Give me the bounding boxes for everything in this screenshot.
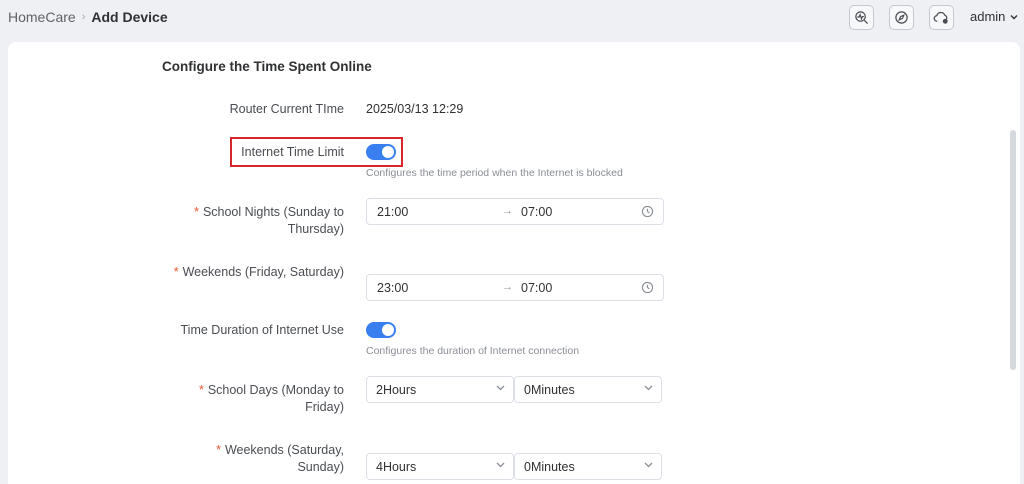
toggle-knob <box>382 146 394 158</box>
duration-label: Time Duration of Internet Use <box>180 323 345 337</box>
duration-toggle[interactable] <box>366 322 396 338</box>
weekends-duration-label: * Weekends (Saturday, Sunday) <box>150 442 344 476</box>
diagnostics-icon <box>855 11 869 25</box>
school-nights-label: * School Nights (Sunday to Thursday) <box>150 204 344 238</box>
chevron-down-icon <box>496 462 505 468</box>
weekends-time-range[interactable]: 23:00 → 07:00 <box>366 274 664 301</box>
cloud-icon <box>933 11 948 24</box>
weekends-block-label: * Weekends (Friday, Saturday) <box>150 264 344 281</box>
range-arrow: → <box>502 281 513 293</box>
required-asterisk: * <box>198 383 204 397</box>
compass-button[interactable] <box>889 5 914 30</box>
duration-hint: Configures the duration of Internet conn… <box>366 345 580 357</box>
breadcrumb-separator: › <box>81 11 86 23</box>
school-nights-label-line2: Thursday) <box>287 222 344 236</box>
toggle-knob <box>382 324 394 336</box>
section-title: Configure the Time Spent Online <box>162 59 372 74</box>
weekends-hours-value: 4Hours <box>376 460 417 474</box>
chevron-down-icon <box>496 385 505 391</box>
weekends-block-label-text: Weekends (Friday, Saturday) <box>182 265 344 279</box>
breadcrumb-homecare[interactable]: HomeCare <box>8 9 76 25</box>
clock-icon <box>641 281 654 294</box>
clock-icon <box>641 205 654 218</box>
internet-time-limit-hint: Configures the time period when the Inte… <box>366 167 623 179</box>
school-days-hours-select[interactable]: 2Hours <box>366 376 514 403</box>
school-nights-time-range[interactable]: 21:00 → 07:00 <box>366 198 664 225</box>
chevron-down-icon <box>644 385 653 391</box>
required-asterisk: * <box>173 265 179 279</box>
required-asterisk: * <box>216 443 221 457</box>
school-days-minutes-select[interactable]: 0Minutes <box>514 376 662 403</box>
school-days-label: * School Days (Monday to Friday) <box>150 382 344 416</box>
school-days-hours-value: 2Hours <box>376 383 417 397</box>
user-name: admin <box>970 9 1006 24</box>
weekends-duration-label-line1: Weekends (Saturday, <box>224 443 344 457</box>
school-nights-label-line1: School Nights (Sunday to <box>202 205 344 219</box>
user-menu[interactable]: admin <box>970 9 1018 24</box>
range-arrow: → <box>502 205 513 217</box>
weekends-duration-label-line2: Sunday) <box>297 460 344 474</box>
main-card <box>8 42 1020 484</box>
weekends-start-time[interactable]: 23:00 <box>377 281 408 295</box>
top-bar: HomeCare › Add Device admin <box>0 0 1024 38</box>
school-nights-end-time[interactable]: 07:00 <box>521 205 552 219</box>
required-asterisk: * <box>194 205 199 219</box>
weekends-minutes-select[interactable]: 0Minutes <box>514 453 662 480</box>
compass-icon <box>895 11 908 24</box>
vertical-scrollbar[interactable] <box>1010 130 1016 370</box>
school-days-minutes-value: 0Minutes <box>524 383 575 397</box>
school-days-label-line2: Friday) <box>305 400 344 414</box>
internet-time-limit-label: Internet Time Limit <box>241 145 344 159</box>
page-title: Add Device <box>91 9 168 25</box>
school-days-label-line1: School Days (Monday to <box>207 383 344 397</box>
cloud-button[interactable] <box>929 5 954 30</box>
router-time-value: 2025/03/13 12:29 <box>366 102 464 116</box>
weekends-minutes-value: 0Minutes <box>524 460 575 474</box>
router-time-label: Router Current TIme <box>229 102 344 116</box>
chevron-down-icon <box>644 462 653 468</box>
chevron-down-icon <box>1010 14 1018 19</box>
weekends-hours-select[interactable]: 4Hours <box>366 453 514 480</box>
diagnostics-button[interactable] <box>849 5 874 30</box>
school-nights-start-time[interactable]: 21:00 <box>377 205 408 219</box>
weekends-end-time[interactable]: 07:00 <box>521 281 552 295</box>
internet-time-limit-toggle[interactable] <box>366 144 396 160</box>
breadcrumb: HomeCare › Add Device <box>8 9 168 25</box>
